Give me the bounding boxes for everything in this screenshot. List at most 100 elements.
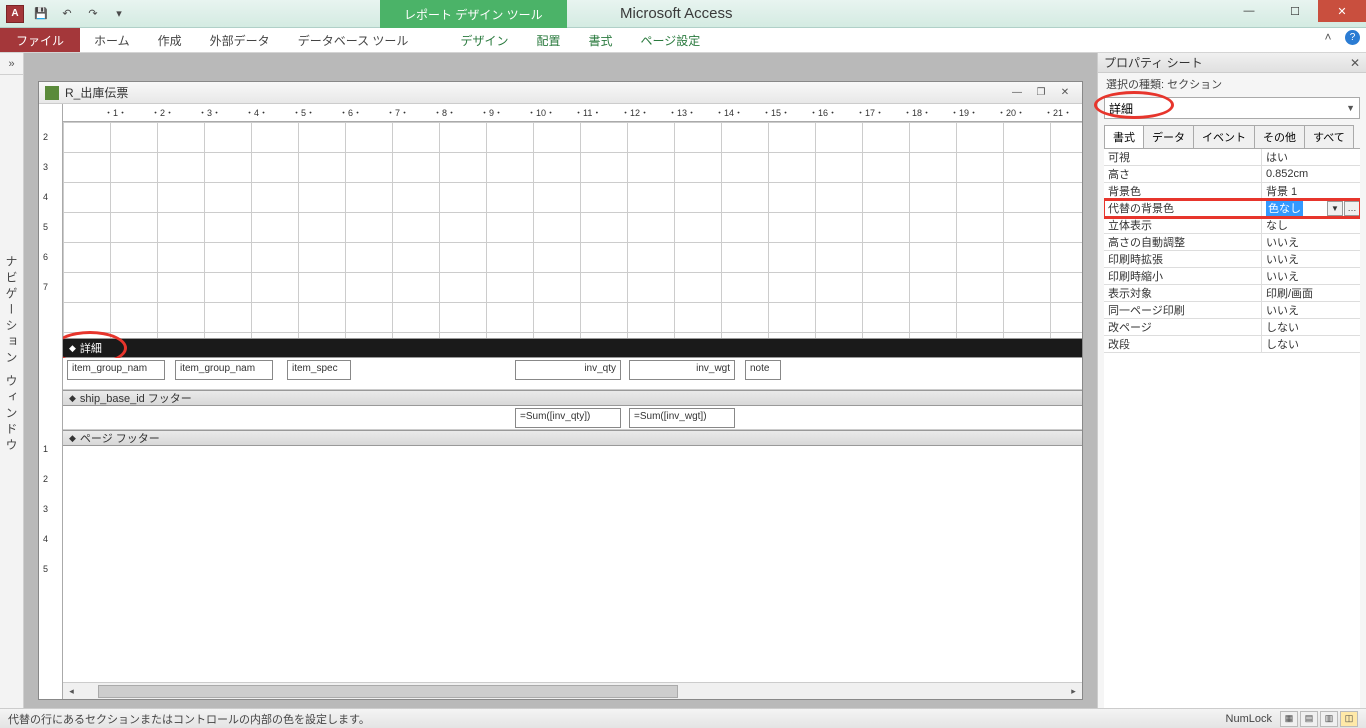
view-print-button[interactable]: ▤	[1300, 711, 1318, 727]
property-value[interactable]: 0.852cm	[1262, 168, 1360, 180]
property-key: 改段	[1104, 336, 1262, 352]
property-row[interactable]: 立体表示なし	[1104, 217, 1360, 234]
field-item-spec[interactable]: item_spec	[287, 360, 351, 380]
save-icon[interactable]: 💾	[30, 3, 52, 25]
property-row[interactable]: 同一ページ印刷いいえ	[1104, 302, 1360, 319]
numlock-indicator: NumLock	[1226, 713, 1272, 725]
undo-icon[interactable]: ↶	[56, 3, 78, 25]
tab-database-tools[interactable]: データベース ツール	[284, 28, 423, 52]
property-tab-3[interactable]: その他	[1254, 125, 1305, 148]
field-inv-wgt[interactable]: inv_wgt	[629, 360, 735, 380]
field-sum-inv-qty[interactable]: =Sum([inv_qty])	[515, 408, 621, 428]
document-title: R_出庫伝票	[65, 84, 1004, 101]
main-area: » ナビゲーション ウィンドウ R_出庫伝票 — ❐ ✕ 2 3 4 5 6 7…	[0, 53, 1366, 708]
scroll-right-icon[interactable]: ▸	[1065, 683, 1082, 700]
section-band-detail[interactable]: ◆ 詳細	[63, 338, 1082, 358]
field-inv-qty[interactable]: inv_qty	[515, 360, 621, 380]
property-value-text: なし	[1266, 217, 1288, 233]
scroll-left-icon[interactable]: ◂	[63, 683, 80, 700]
doc-close-button[interactable]: ✕	[1054, 85, 1076, 101]
property-value[interactable]: 印刷/画面	[1262, 285, 1360, 301]
property-tab-4[interactable]: すべて	[1304, 125, 1354, 148]
property-row[interactable]: 改ページしない	[1104, 319, 1360, 336]
group-footer-fields-row[interactable]: =Sum([inv_qty]) =Sum([inv_wgt])	[63, 406, 1082, 430]
tab-create[interactable]: 作成	[144, 28, 196, 52]
ribbon-minimize-icon[interactable]: ˄	[1319, 28, 1337, 46]
property-sheet-title: プロパティ シート	[1104, 54, 1350, 71]
redo-icon[interactable]: ↷	[82, 3, 104, 25]
tab-format[interactable]: 書式	[574, 28, 626, 52]
property-value[interactable]: しない	[1262, 336, 1360, 352]
field-note[interactable]: note	[745, 360, 781, 380]
section-page-footer-label: ページ フッター	[80, 430, 160, 446]
property-value[interactable]: いいえ	[1262, 234, 1360, 250]
property-tab-0[interactable]: 書式	[1104, 125, 1144, 148]
section-marker-icon: ◆	[69, 343, 76, 354]
scrollbar-thumb[interactable]	[98, 685, 678, 698]
property-value[interactable]: 背景 1	[1262, 183, 1360, 199]
page-footer-area[interactable]	[63, 446, 1082, 596]
property-key: 印刷時縮小	[1104, 268, 1262, 284]
tab-home[interactable]: ホーム	[80, 28, 144, 52]
tab-page-setup[interactable]: ページ設定	[626, 28, 714, 52]
nav-expand-button[interactable]: »	[0, 53, 23, 75]
detail-fields-row[interactable]: item_group_nam item_group_nam item_spec …	[63, 358, 1082, 390]
qat-dropdown-icon[interactable]: ▾	[108, 3, 130, 25]
builder-button[interactable]: …	[1344, 201, 1360, 216]
property-row[interactable]: 改段しない	[1104, 336, 1360, 353]
tab-file[interactable]: ファイル	[0, 28, 80, 52]
minimize-button[interactable]: —	[1226, 0, 1272, 22]
property-value[interactable]: いいえ	[1262, 302, 1360, 318]
field-item-group-nam-2[interactable]: item_group_nam	[175, 360, 273, 380]
field-sum-inv-wgt[interactable]: =Sum([inv_wgt])	[629, 408, 735, 428]
property-value-text: いいえ	[1266, 268, 1299, 284]
header-grid-area[interactable]	[63, 122, 1082, 338]
property-row[interactable]: 表示対象印刷/画面	[1104, 285, 1360, 302]
property-sheet-header: プロパティ シート ✕	[1098, 53, 1366, 73]
design-body: ・1・・2・・3・・4・・5・・6・・7・・8・・9・・10・・11・・12・・…	[63, 104, 1082, 699]
help-icon[interactable]: ?	[1345, 30, 1360, 45]
property-row[interactable]: 印刷時縮小いいえ	[1104, 268, 1360, 285]
section-marker-icon: ◆	[69, 393, 76, 404]
property-key: 背景色	[1104, 183, 1262, 199]
workspace: R_出庫伝票 — ❐ ✕ 2 3 4 5 6 7 1 2 3 4 5	[24, 53, 1097, 708]
maximize-button[interactable]: ☐	[1272, 0, 1318, 22]
property-row[interactable]: 背景色背景 1	[1104, 183, 1360, 200]
doc-restore-button[interactable]: ❐	[1030, 85, 1052, 101]
property-value-text: 色なし	[1266, 200, 1303, 216]
section-detail-label: 詳細	[80, 340, 102, 356]
property-row[interactable]: 可視はい	[1104, 149, 1360, 166]
dropdown-button[interactable]: ▼	[1327, 201, 1343, 216]
property-value[interactable]: 色なし ▼…	[1262, 200, 1360, 216]
property-value[interactable]: いいえ	[1262, 251, 1360, 267]
property-row[interactable]: 代替の背景色色なし▼…	[1104, 200, 1360, 217]
property-value[interactable]: なし	[1262, 217, 1360, 233]
view-layout-button[interactable]: ▥	[1320, 711, 1338, 727]
property-value-text: 背景 1	[1266, 183, 1297, 199]
property-row[interactable]: 高さ0.852cm	[1104, 166, 1360, 183]
doc-minimize-button[interactable]: —	[1006, 85, 1028, 101]
field-item-group-nam-1[interactable]: item_group_nam	[67, 360, 165, 380]
property-sheet-object-selector[interactable]: 詳細 ▼	[1104, 97, 1360, 119]
tab-design[interactable]: デザイン	[446, 28, 522, 52]
view-design-button[interactable]: ◫	[1340, 711, 1358, 727]
view-report-button[interactable]: ▦	[1280, 711, 1298, 727]
app-icon: A	[6, 5, 24, 23]
horizontal-scrollbar[interactable]: ◂ ▸	[63, 682, 1082, 699]
property-tab-2[interactable]: イベント	[1193, 125, 1255, 148]
property-value-text: 0.852cm	[1266, 168, 1308, 180]
property-tab-1[interactable]: データ	[1143, 125, 1194, 148]
property-row[interactable]: 印刷時拡張いいえ	[1104, 251, 1360, 268]
section-band-page-footer[interactable]: ◆ ページ フッター	[63, 430, 1082, 446]
property-value[interactable]: いいえ	[1262, 268, 1360, 284]
property-value[interactable]: はい	[1262, 149, 1360, 165]
nav-pane-label[interactable]: ナビゲーション ウィンドウ	[3, 255, 20, 454]
close-button[interactable]: ✕	[1318, 0, 1366, 22]
tab-arrange[interactable]: 配置	[522, 28, 574, 52]
property-value-text: いいえ	[1266, 302, 1299, 318]
tab-external-data[interactable]: 外部データ	[196, 28, 284, 52]
property-value[interactable]: しない	[1262, 319, 1360, 335]
property-row[interactable]: 高さの自動調整いいえ	[1104, 234, 1360, 251]
section-band-group-footer[interactable]: ◆ ship_base_id フッター	[63, 390, 1082, 406]
property-sheet-close-icon[interactable]: ✕	[1350, 56, 1360, 70]
